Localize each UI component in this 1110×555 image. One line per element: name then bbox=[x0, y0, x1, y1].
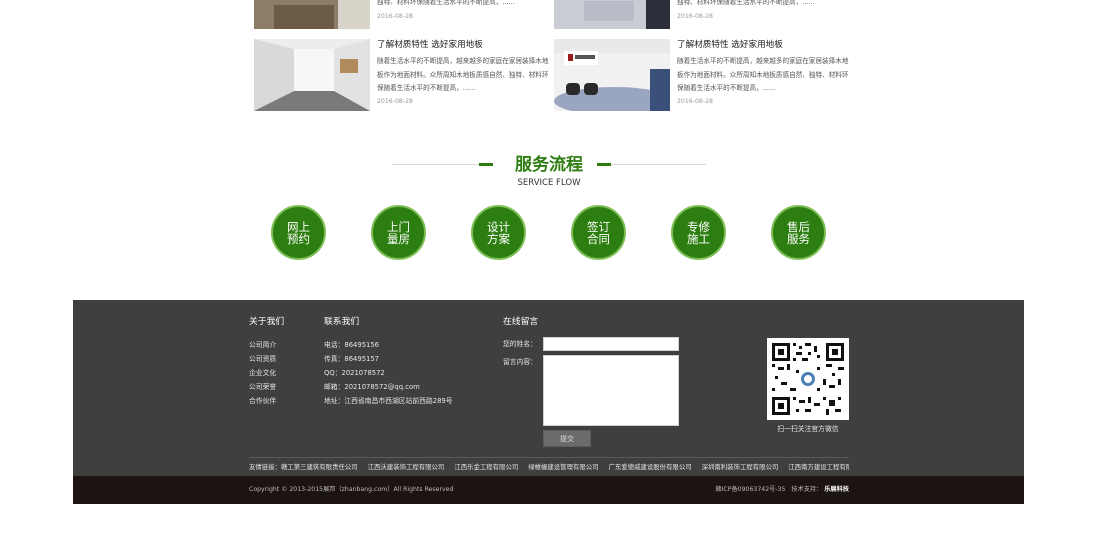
step-circle[interactable]: 网上预约 bbox=[271, 205, 326, 260]
service-steps: 网上预约 上门量房 设计方案 签订合同 专修施工 售后服务 bbox=[0, 205, 1110, 263]
news-item[interactable]: 了解材质特性 选好家用地板 随着生活水平的不断提高，越来越多的家庭在家居装择木地… bbox=[554, 39, 854, 111]
contact-address: 地址：江西省南昌市西湖区站前西路289号 bbox=[324, 397, 453, 405]
step-label: 设计方案 bbox=[487, 219, 510, 246]
news-date: 2016-08-28 bbox=[377, 98, 413, 105]
tech-support-label: 技术支持： bbox=[791, 486, 823, 493]
friend-link[interactable]: 江西南方建设工程有限公司 bbox=[788, 463, 849, 471]
news-thumbnail[interactable] bbox=[254, 0, 370, 29]
icp-info: 赣ICP备09063742号-35 技术支持： 乐展科技 bbox=[715, 485, 849, 495]
tech-support-link[interactable]: 乐展科技 bbox=[824, 486, 849, 493]
news-desc: 独特、材料环保随着生活水平的不断提高，...... bbox=[377, 0, 515, 6]
news-item[interactable]: 独特、材料环保随着生活水平的不断提高，...... 2016-08-28 bbox=[554, 0, 854, 29]
step-circle[interactable]: 售后服务 bbox=[771, 205, 826, 260]
news-date: 2016-08-28 bbox=[677, 13, 713, 20]
news-thumbnail[interactable] bbox=[554, 39, 670, 111]
content-label: 留言内容： bbox=[503, 358, 537, 366]
footer-link[interactable]: 公司资质 bbox=[249, 354, 276, 364]
friend-links: 友情链接：赣工第三建筑有限责任公司 江西沃建装饰工程有限公司 江西乐金工程有限公司 绿… bbox=[249, 462, 849, 472]
contact-qq: QQ：2021078572 bbox=[324, 369, 385, 377]
step-circle[interactable]: 上门量房 bbox=[371, 205, 426, 260]
news-title[interactable]: 了解材质特性 选好家用地板 bbox=[377, 39, 552, 51]
divider bbox=[249, 457, 849, 458]
news-desc: 随着生活水平的不断提高，越来越多的家庭在家居装择木地板作为地面材料。众所周知木地… bbox=[377, 57, 549, 92]
friend-link[interactable]: 赣工第三建筑有限责任公司 bbox=[281, 463, 358, 471]
news-item[interactable]: 了解材质特性 选好家用地板 随着生活水平的不断提高，越来越多的家庭在家居装择木地… bbox=[254, 39, 554, 111]
section-title: 服务流程 bbox=[515, 155, 583, 175]
step-circle[interactable]: 专修施工 bbox=[671, 205, 726, 260]
friend-links-label: 友情链接： bbox=[249, 463, 281, 471]
contact-fax: 传真：86495157 bbox=[324, 355, 379, 363]
friend-link[interactable]: 广东爱德威建设股份有限公司 bbox=[609, 463, 692, 471]
friend-link[interactable]: 绿帷幄建设管理有限公司 bbox=[528, 463, 598, 471]
contact-phone: 电话：86495156 bbox=[324, 341, 379, 349]
footer-link[interactable]: 企业文化 bbox=[249, 368, 276, 378]
news-desc: 随着生活水平的不断提高，越来越多的家庭在家居装择木地板作为地面材料。众所周知木地… bbox=[677, 57, 849, 92]
qr-caption: 扫一扫关注官方微信 bbox=[777, 425, 839, 433]
footer-link[interactable]: 公司简介 bbox=[249, 340, 276, 350]
news-date: 2016-08-28 bbox=[677, 98, 713, 105]
friend-link[interactable]: 江西沃建装饰工程有限公司 bbox=[368, 463, 445, 471]
news-title[interactable]: 了解材质特性 选好家用地板 bbox=[677, 39, 852, 51]
news-item[interactable]: 独特、材料环保随着生活水平的不断提高，...... 2016-08-28 bbox=[254, 0, 554, 29]
submit-button[interactable]: 提交 bbox=[543, 430, 591, 447]
footer: 关于我们 公司简介 公司资质 企业文化 公司荣誉 合作伙伴 联系我们 电话：86… bbox=[73, 300, 1024, 476]
step-circle[interactable]: 设计方案 bbox=[471, 205, 526, 260]
contact-title: 联系我们 bbox=[324, 317, 360, 327]
step-label: 售后服务 bbox=[787, 219, 810, 246]
message-title: 在线留言 bbox=[503, 317, 539, 327]
news-desc: 独特、材料环保随着生活水平的不断提高，...... bbox=[677, 0, 815, 6]
name-input[interactable] bbox=[543, 337, 679, 351]
icp-number[interactable]: 赣ICP备09063742号-35 bbox=[715, 486, 785, 493]
news-thumbnail[interactable] bbox=[254, 39, 370, 111]
name-label: 您的姓名： bbox=[503, 340, 537, 348]
footer-bottom-bar: Copyright © 2013-2015展邦（zhanbang.com）All… bbox=[73, 476, 1024, 504]
copyright: Copyright © 2013-2015展邦（zhanbang.com）All… bbox=[249, 486, 454, 493]
step-label: 签订合同 bbox=[587, 219, 610, 246]
news-thumbnail[interactable] bbox=[554, 0, 670, 29]
step-circle[interactable]: 签订合同 bbox=[571, 205, 626, 260]
step-label: 专修施工 bbox=[687, 219, 710, 246]
friend-link[interactable]: 深圳南利装饰工程有限公司 bbox=[702, 463, 779, 471]
service-flow-heading: 服务流程 SERVICE FLOW bbox=[0, 152, 1110, 192]
section-subtitle: SERVICE FLOW bbox=[517, 178, 581, 188]
about-title: 关于我们 bbox=[249, 317, 285, 327]
contact-email: 邮箱：2021078572@qq.com bbox=[324, 383, 420, 391]
message-textarea[interactable] bbox=[543, 355, 679, 426]
footer-link[interactable]: 合作伙伴 bbox=[249, 396, 276, 406]
qr-code bbox=[767, 338, 849, 420]
step-label: 上门量房 bbox=[387, 219, 410, 246]
step-label: 网上预约 bbox=[287, 219, 310, 246]
footer-link[interactable]: 公司荣誉 bbox=[249, 382, 276, 392]
news-list: 独特、材料环保随着生活水平的不断提高，...... 2016-08-28 独特、… bbox=[254, 0, 854, 115]
news-date: 2016-08-28 bbox=[377, 13, 413, 20]
friend-link[interactable]: 江西乐金工程有限公司 bbox=[454, 463, 518, 471]
